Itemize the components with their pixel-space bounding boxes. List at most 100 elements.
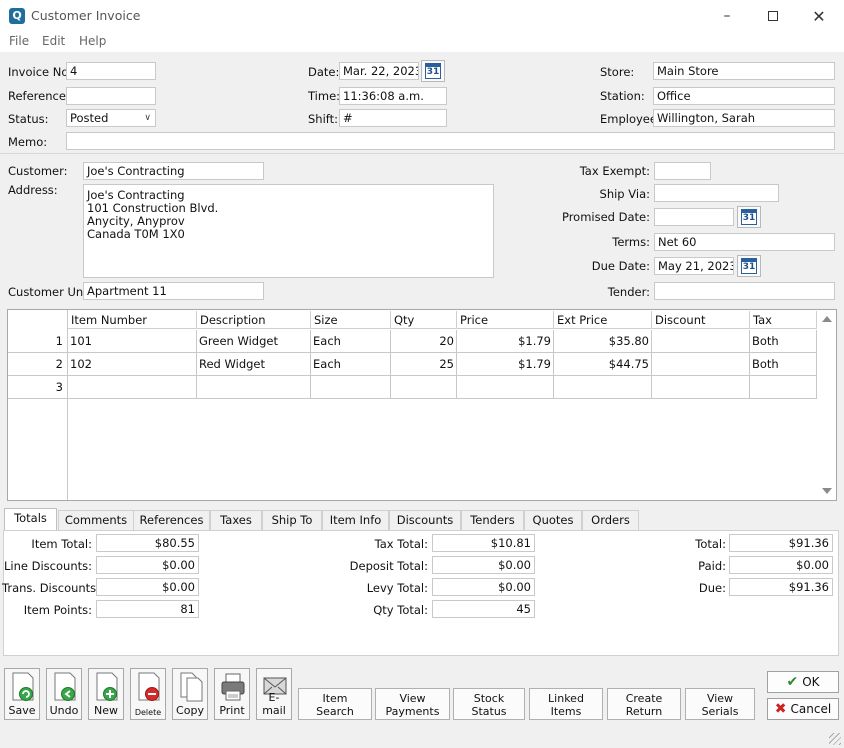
new-icon [96, 672, 118, 701]
scroll-up-icon[interactable] [822, 316, 832, 322]
tab-taxes[interactable]: Taxes [210, 510, 262, 530]
create-return-button[interactable]: Create Return [607, 688, 681, 720]
reference-field[interactable] [66, 87, 156, 105]
new-button[interactable]: New [88, 668, 124, 720]
cell-tax[interactable]: Both [750, 353, 817, 376]
address-line: Canada T0M 1X0 [87, 227, 185, 241]
cell-description[interactable] [197, 376, 311, 399]
promised-date-field[interactable] [654, 208, 734, 226]
menu-edit[interactable]: Edit [42, 34, 65, 48]
item-points-field: 81 [96, 600, 199, 618]
col-qty[interactable]: Qty [391, 311, 457, 329]
close-button[interactable]: ✕ [796, 0, 842, 32]
due-date-field[interactable]: May 21, 2023 [654, 257, 734, 275]
station-field[interactable]: Office [653, 87, 835, 105]
cell-tax[interactable]: Both [750, 330, 817, 353]
col-size[interactable]: Size [311, 311, 391, 329]
customer-unit-field[interactable]: Apartment 11 [83, 282, 264, 300]
copy-button[interactable]: Copy [172, 668, 208, 720]
cell-discount[interactable] [652, 353, 750, 376]
cancel-button[interactable]: ✖ Cancel [767, 698, 839, 720]
items-grid[interactable]: Item Number Description Size Qty Price E… [7, 309, 837, 501]
menu-file[interactable]: File [9, 34, 29, 48]
cell-item-number[interactable]: 101 [68, 330, 197, 353]
cell-item-number[interactable] [68, 376, 197, 399]
tax-exempt-field[interactable] [654, 162, 711, 180]
status-select[interactable]: Posted ∨ [66, 109, 156, 127]
due-calendar-button[interactable]: 31 [737, 255, 761, 277]
cell-size[interactable]: Each [311, 353, 391, 376]
menu-help[interactable]: Help [79, 34, 106, 48]
col-discount[interactable]: Discount [652, 311, 750, 329]
cell-description[interactable]: Green Widget [197, 330, 311, 353]
cell-qty[interactable]: 20 [391, 330, 457, 353]
tab-discounts[interactable]: Discounts [389, 510, 461, 530]
terms-field[interactable]: Net 60 [654, 233, 835, 251]
grid-scrollbar[interactable] [818, 310, 836, 500]
tab-quotes[interactable]: Quotes [524, 510, 582, 530]
cell-discount[interactable] [652, 330, 750, 353]
tender-field[interactable] [654, 282, 835, 300]
date-calendar-button[interactable]: 31 [421, 60, 445, 82]
cell-price[interactable] [457, 376, 554, 399]
cell-discount[interactable] [652, 376, 750, 399]
cell-price[interactable]: $1.79 [457, 353, 554, 376]
col-price[interactable]: Price [457, 311, 554, 329]
cell-description[interactable]: Red Widget [197, 353, 311, 376]
col-description[interactable]: Description [197, 311, 311, 329]
cell-price[interactable]: $1.79 [457, 330, 554, 353]
view-payments-label: Payments [385, 705, 440, 718]
tab-orders[interactable]: Orders [582, 510, 639, 530]
store-field[interactable]: Main Store [653, 62, 835, 80]
email-button[interactable]: E-mail [256, 668, 292, 720]
undo-button[interactable]: Undo [46, 668, 82, 720]
store-label: Store: [600, 65, 635, 79]
customer-label: Customer: [8, 164, 68, 178]
time-field[interactable]: 11:36:08 a.m. [339, 87, 447, 105]
cell-size[interactable] [311, 376, 391, 399]
cell-size[interactable]: Each [311, 330, 391, 353]
save-label: Save [8, 704, 36, 717]
employee-field[interactable]: Willington, Sarah [653, 109, 835, 127]
minimize-button[interactable]: – [704, 0, 750, 32]
tab-item-info[interactable]: Item Info [322, 510, 389, 530]
ok-button[interactable]: ✔ OK [767, 671, 839, 693]
col-ext-price[interactable]: Ext Price [554, 311, 652, 329]
invoice-no-field[interactable]: 4 [66, 62, 156, 80]
tab-ship-to[interactable]: Ship To [262, 510, 322, 530]
date-field[interactable]: Mar. 22, 2023 [339, 62, 419, 80]
shift-field[interactable]: # [339, 109, 447, 127]
maximize-button[interactable] [750, 0, 796, 32]
tax-total-label: Tax Total: [374, 537, 428, 551]
total-label: Total: [695, 537, 726, 551]
tab-comments[interactable]: Comments [58, 510, 134, 530]
stock-status-button[interactable]: Stock Status [453, 688, 525, 720]
ship-via-field[interactable] [654, 184, 779, 202]
promised-calendar-button[interactable]: 31 [737, 206, 761, 228]
cell-qty[interactable] [391, 376, 457, 399]
tab-totals[interactable]: Totals [4, 508, 57, 531]
tab-references[interactable]: References [133, 510, 210, 530]
cell-item-number[interactable]: 102 [68, 353, 197, 376]
view-payments-button[interactable]: View Payments [375, 688, 450, 720]
view-serials-button[interactable]: View Serials [685, 688, 755, 720]
resize-grip-icon[interactable] [829, 733, 841, 745]
col-tax[interactable]: Tax [750, 311, 817, 329]
delete-button[interactable]: Delete [130, 668, 166, 720]
tab-tenders[interactable]: Tenders [461, 510, 524, 530]
scroll-down-icon[interactable] [822, 488, 832, 494]
item-search-button[interactable]: Item Search [298, 688, 372, 720]
cell-ext-price[interactable]: $44.75 [554, 353, 652, 376]
app-logo-icon: Q [9, 8, 25, 24]
col-item-number[interactable]: Item Number [68, 311, 197, 329]
memo-field[interactable] [66, 132, 835, 150]
cell-qty[interactable]: 25 [391, 353, 457, 376]
cell-tax[interactable] [750, 376, 817, 399]
customer-field[interactable]: Joe's Contracting [83, 162, 264, 180]
linked-items-button[interactable]: Linked Items [529, 688, 603, 720]
address-field[interactable]: Joe's Contracting 101 Construction Blvd.… [83, 184, 494, 278]
print-button[interactable]: Print [214, 668, 250, 720]
cell-ext-price[interactable] [554, 376, 652, 399]
save-button[interactable]: Save [4, 668, 40, 720]
cell-ext-price[interactable]: $35.80 [554, 330, 652, 353]
